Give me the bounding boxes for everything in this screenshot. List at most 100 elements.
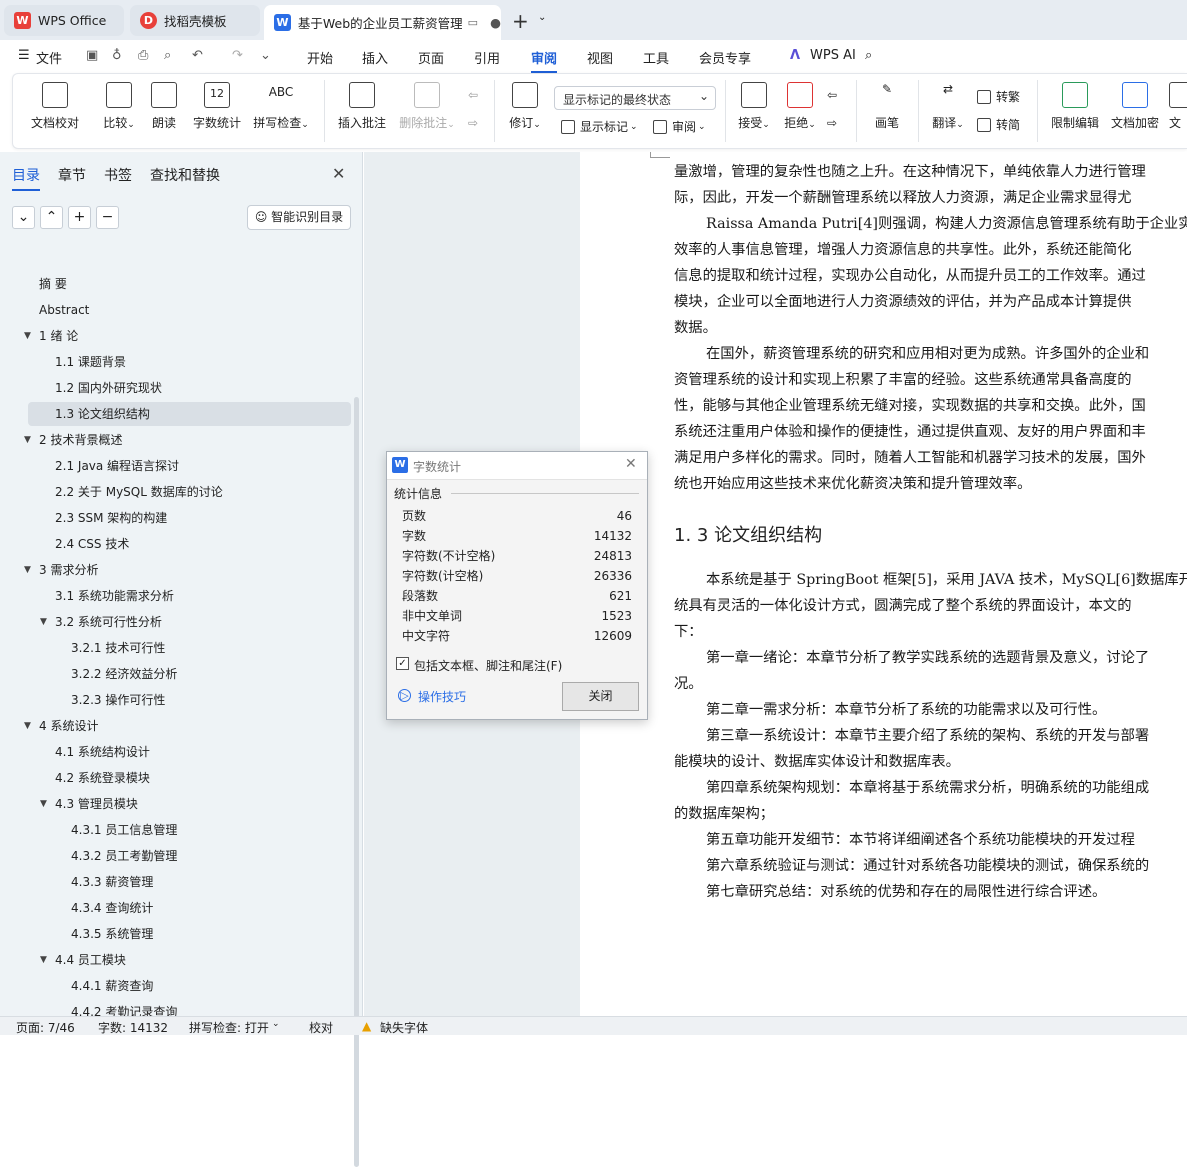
toc-item[interactable]: 4.3.1 员工信息管理 — [71, 818, 177, 842]
more-ribbon-button[interactable]: 文 — [1169, 82, 1187, 131]
expand-arrow-icon[interactable]: ▼ — [40, 955, 47, 965]
toc-item[interactable]: 4.3.5 系统管理 — [71, 922, 153, 946]
redo-icon[interactable]: ↷ — [232, 48, 243, 63]
prev-comment-icon[interactable]: ⇦ — [468, 88, 478, 102]
toc-scrollbar[interactable] — [354, 397, 359, 1167]
menu-icon[interactable]: ☰ — [18, 48, 30, 63]
spell-check-button[interactable]: ABC 拼写检查⌄ — [251, 82, 311, 131]
status-words[interactable]: 字数: 14132 — [98, 1019, 168, 1036]
word-count-button[interactable]: 12 字数统计 — [191, 82, 243, 131]
to-traditional-button[interactable]: 转繁 — [977, 88, 1020, 105]
menu-start[interactable]: 开始 — [307, 48, 333, 67]
toc-item[interactable]: 摘 要 — [39, 272, 67, 296]
menu-wps-ai[interactable]: WPS AI — [810, 48, 856, 63]
link-icon[interactable]: ♁ — [112, 48, 122, 63]
menu-member[interactable]: 会员专享 — [699, 48, 751, 67]
to-simplified-button[interactable]: 转简 — [977, 116, 1020, 133]
more-chevron-icon[interactable]: ⌄ — [260, 48, 271, 63]
menu-view[interactable]: 视图 — [587, 48, 613, 67]
document-page[interactable]: 量激增，管理的复杂性也随之上升。在这种情况下，单纯依靠人力进行管理 际，因此，开发… — [580, 152, 1187, 1016]
status-page[interactable]: 页面: 7/46 — [16, 1019, 75, 1036]
tab-wps-office[interactable]: W WPS Office — [4, 5, 124, 36]
expand-arrow-icon[interactable]: ▼ — [24, 435, 31, 445]
close-icon[interactable]: ✕ — [332, 164, 345, 183]
status-spell[interactable]: 拼写检查: 打开 — [189, 1019, 269, 1036]
toc-item[interactable]: 4.3.4 查询统计 — [71, 896, 153, 920]
toc-item[interactable]: 4.4.1 薪资查询 — [71, 974, 153, 998]
markup-state-select[interactable]: 显示标记的最终状态 ⌄ — [554, 86, 716, 110]
toc-item[interactable]: 4.3.2 员工考勤管理 — [71, 844, 177, 868]
insert-comment-button[interactable]: 插入批注 — [335, 82, 389, 131]
tips-link[interactable]: 操作技巧 — [418, 688, 466, 705]
add-heading-button[interactable]: + — [68, 206, 91, 229]
toc-item[interactable]: 4.2 系统登录模块 — [55, 766, 150, 790]
close-button[interactable]: 关闭 — [562, 682, 639, 711]
menu-page[interactable]: 页面 — [418, 48, 444, 67]
toc-item[interactable]: 4.3.3 薪资管理 — [71, 870, 153, 894]
track-changes-button[interactable]: 修订⌄ — [507, 82, 543, 131]
pen-button[interactable]: ✎ 画笔 — [873, 82, 901, 131]
menu-insert[interactable]: 插入 — [362, 48, 388, 67]
toc-item[interactable]: 4 系统设计 — [39, 714, 98, 738]
toc-item[interactable]: 4.1 系统结构设计 — [55, 740, 150, 764]
doc-check-button[interactable]: 文档校对 — [29, 82, 81, 131]
toc-item[interactable]: 3 需求分析 — [39, 558, 98, 582]
encrypt-doc-button[interactable]: 文档加密 — [1109, 82, 1161, 131]
toc-item[interactable]: 1.3 论文组织结构 — [28, 402, 351, 426]
tab-template[interactable]: D 找稻壳模板 — [130, 5, 260, 36]
expand-arrow-icon[interactable]: ▼ — [40, 617, 47, 627]
toc-item[interactable]: 3.2.1 技术可行性 — [71, 636, 165, 660]
collapse-all-button[interactable]: ⌄ — [12, 206, 35, 229]
tab-find-replace[interactable]: 查找和替换 — [150, 165, 220, 185]
review-pane-button[interactable]: 审阅 ⌄ — [653, 118, 706, 135]
toc-item[interactable]: 1.2 国内外研究现状 — [55, 376, 162, 400]
new-tab-button[interactable]: + — [512, 9, 529, 33]
toc-item[interactable]: 1 绪 论 — [39, 324, 78, 348]
tab-bookmarks[interactable]: 书签 — [104, 165, 132, 185]
toc-item[interactable]: 1.1 课题背景 — [55, 350, 126, 374]
toc-item[interactable]: 3.2.3 操作可行性 — [71, 688, 165, 712]
expand-up-button[interactable]: ⌃ — [40, 206, 63, 229]
toc-item[interactable]: 2.3 SSM 架构的构建 — [55, 506, 167, 530]
tab-document[interactable]: W 基于Web的企业员工薪资管理 ▭ ● — [264, 5, 501, 40]
status-proof[interactable]: 校对 — [309, 1019, 333, 1036]
toc-item[interactable]: 4.3 管理员模块 — [55, 792, 138, 816]
search-icon[interactable]: ⌕ — [865, 48, 872, 63]
remove-heading-button[interactable]: − — [96, 206, 119, 229]
next-comment-icon[interactable]: ⇨ — [468, 116, 478, 130]
menu-review[interactable]: 审阅 — [531, 48, 558, 73]
expand-arrow-icon[interactable]: ▼ — [24, 331, 31, 341]
menu-tools[interactable]: 工具 — [643, 48, 669, 67]
expand-arrow-icon[interactable]: ▼ — [24, 565, 31, 575]
tab-toc[interactable]: 目录 — [12, 165, 40, 191]
menu-file[interactable]: 文件 — [36, 48, 62, 67]
toc-item[interactable]: 3.1 系统功能需求分析 — [55, 584, 174, 608]
smart-toc-button[interactable]: ☺ 智能识别目录 — [247, 205, 351, 230]
restrict-editing-button[interactable]: 限制编辑 — [1049, 82, 1101, 131]
menu-reference[interactable]: 引用 — [474, 48, 500, 67]
toc-item[interactable]: 3.2.2 经济效益分析 — [71, 662, 177, 686]
toc-item[interactable]: 2.2 关于 MySQL 数据库的讨论 — [55, 480, 223, 504]
toc-item[interactable]: 2.1 Java 编程语言探讨 — [55, 454, 179, 478]
preview-icon[interactable]: ⌕ — [164, 48, 171, 63]
prev-change-icon[interactable]: ⇦ — [827, 88, 837, 102]
expand-arrow-icon[interactable]: ▼ — [24, 721, 31, 731]
save-icon[interactable]: ▣ — [86, 48, 98, 63]
accept-button[interactable]: 接受⌄ — [735, 82, 773, 131]
translate-button[interactable]: ⇄ 翻译⌄ — [929, 82, 967, 131]
tab-sections[interactable]: 章节 — [58, 165, 86, 185]
delete-comment-button[interactable]: 删除批注⌄ — [396, 82, 458, 131]
toc-item[interactable]: Abstract — [39, 298, 89, 322]
undo-icon[interactable]: ↶ — [192, 48, 203, 63]
dialog-close-icon[interactable]: ✕ — [625, 456, 637, 472]
tab-list-chevron-icon[interactable]: ⌄ — [538, 12, 546, 23]
compare-button[interactable]: 比较⌄ — [99, 82, 139, 131]
expand-arrow-icon[interactable]: ▼ — [40, 799, 47, 809]
status-missing-font[interactable]: 缺失字体 — [380, 1019, 428, 1036]
toc-item[interactable]: 2 技术背景概述 — [39, 428, 122, 452]
unsaved-dot-icon[interactable]: ● — [490, 15, 501, 30]
toc-item[interactable]: 2.4 CSS 技术 — [55, 532, 129, 556]
toc-item[interactable]: 4.4 员工模块 — [55, 948, 126, 972]
print-icon[interactable]: ⎙ — [138, 48, 148, 63]
toc-item[interactable]: 3.2 系统可行性分析 — [55, 610, 162, 634]
